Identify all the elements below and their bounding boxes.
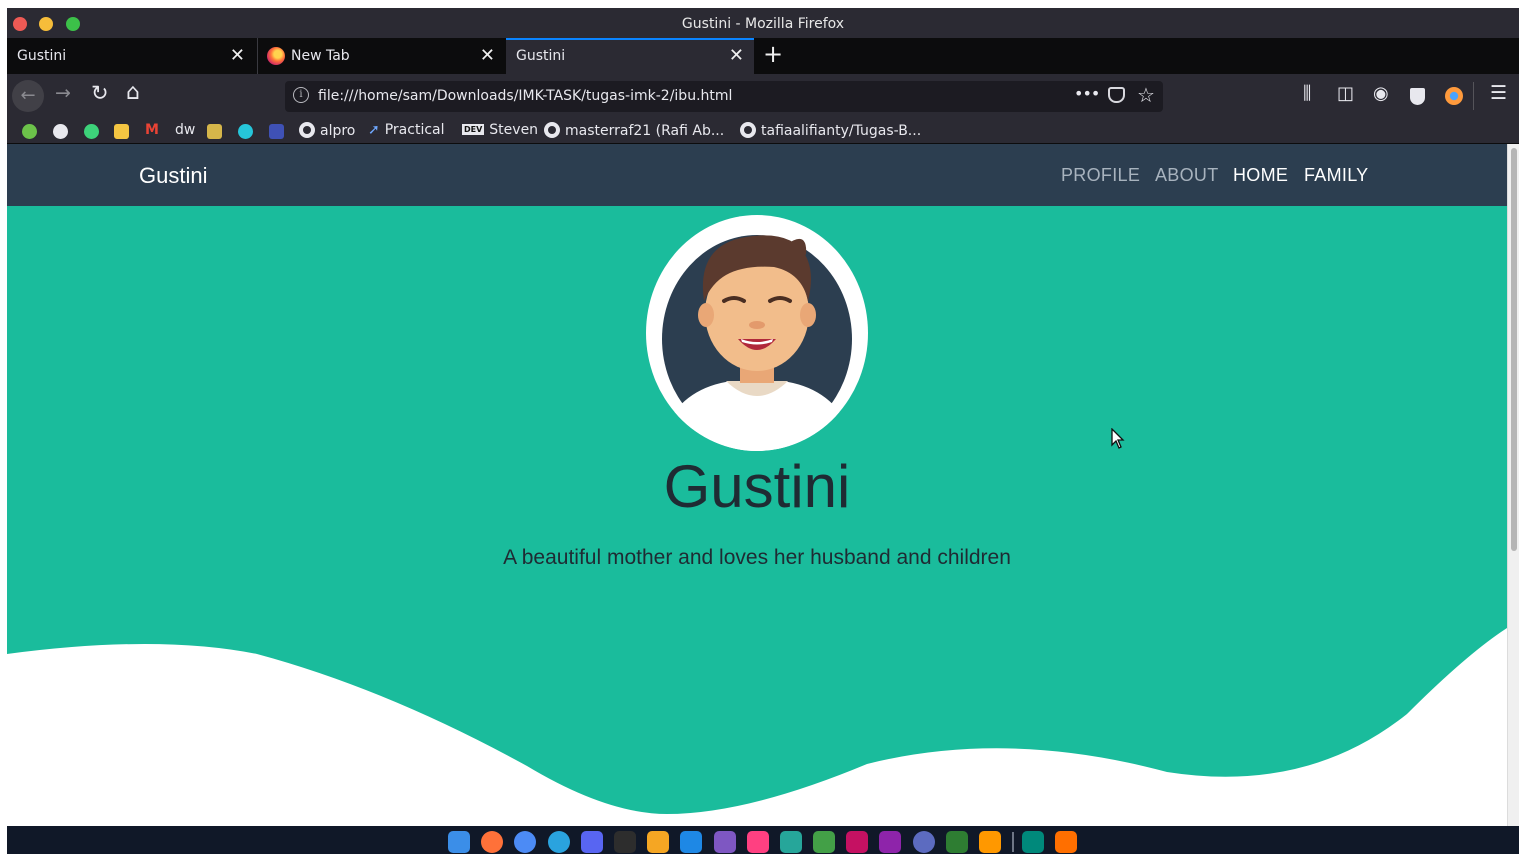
bookmark-question-icon[interactable] xyxy=(207,124,222,139)
forward-button[interactable]: → xyxy=(55,82,71,104)
tab-new-tab[interactable]: New Tab ✕ xyxy=(257,38,505,74)
bookmark-image-icon[interactable] xyxy=(114,124,129,139)
hero-subtitle: A beautiful mother and loves her husband… xyxy=(503,546,1011,569)
dock-separator xyxy=(1012,832,1014,852)
chrome-dock-icon[interactable] xyxy=(514,831,536,853)
navigation-toolbar: ← → ↻ ⌂ i file:///home/sam/Downloads/IMK… xyxy=(7,74,1519,119)
new-tab-button[interactable]: + xyxy=(763,40,783,68)
page-scrollbar[interactable] xyxy=(1507,144,1519,826)
phpstorm-dock-icon[interactable] xyxy=(846,831,868,853)
url-bar[interactable]: i file:///home/sam/Downloads/IMK-TASK/tu… xyxy=(285,81,1163,112)
bookmark-github-icon[interactable] xyxy=(53,124,68,139)
bookmark-practical[interactable]: ➚ Practical xyxy=(368,122,445,138)
bookmark-steven[interactable]: DEV Steven xyxy=(462,122,538,138)
finder-icon[interactable] xyxy=(448,831,470,853)
vscode-dock-icon[interactable] xyxy=(680,831,702,853)
github-icon xyxy=(544,122,560,138)
files-dock-icon[interactable] xyxy=(1022,831,1044,853)
bitwarden-extension-icon[interactable] xyxy=(1410,88,1425,105)
pocket-icon[interactable] xyxy=(1108,87,1125,103)
scrollbar-thumb[interactable] xyxy=(1511,148,1517,551)
nav-link-about[interactable]: ABOUT xyxy=(1155,165,1219,186)
bookmark-android-icon[interactable] xyxy=(84,124,99,139)
goland-dock-icon[interactable] xyxy=(714,831,736,853)
close-tab-icon[interactable]: ✕ xyxy=(230,45,245,66)
bookmark-infinity-icon[interactable] xyxy=(269,124,284,139)
dev-badge-icon: DEV xyxy=(462,124,485,135)
window-title: Gustini - Mozilla Firefox xyxy=(681,16,845,32)
bookmark-label: alpro xyxy=(320,123,356,139)
moon-app-dock-icon[interactable] xyxy=(913,831,935,853)
firefox-icon xyxy=(267,47,285,65)
telegram-dock-icon[interactable] xyxy=(548,831,570,853)
intellij-dock-icon[interactable] xyxy=(747,831,769,853)
firefox-dock-icon[interactable] xyxy=(481,831,503,853)
mouse-cursor-icon xyxy=(1111,428,1125,449)
toolbar-separator xyxy=(1473,82,1474,110)
nav-link-family[interactable]: FAMILY xyxy=(1304,165,1368,186)
dock xyxy=(7,826,1519,854)
github-icon xyxy=(299,122,315,138)
tab-strip: Gustini ✕ New Tab ✕ Gustini ✕ + xyxy=(7,38,1519,74)
bookmark-masterraf21[interactable]: masterraf21 (Rafi Ab... xyxy=(544,122,724,139)
sidebar-icon[interactable]: ◫ xyxy=(1337,83,1354,104)
tab-gustini-1[interactable]: Gustini ✕ xyxy=(7,38,255,74)
hero-name: Gustini xyxy=(663,453,851,520)
tab-label: New Tab xyxy=(291,48,350,64)
wave-divider xyxy=(7,628,1507,826)
nav-link-profile[interactable]: PROFILE xyxy=(1061,165,1140,186)
title-bar: Gustini - Mozilla Firefox xyxy=(7,8,1519,38)
site-brand[interactable]: Gustini xyxy=(139,163,207,189)
bookmark-label: Practical xyxy=(384,122,445,138)
trash-dock-icon[interactable] xyxy=(1055,831,1077,853)
intellij-ce-dock-icon[interactable] xyxy=(879,831,901,853)
github-icon xyxy=(740,122,756,138)
url-text[interactable]: file:///home/sam/Downloads/IMK-TASK/tuga… xyxy=(318,88,732,104)
mongodb-dock-icon[interactable] xyxy=(946,831,968,853)
bookmark-alpro[interactable]: alpro xyxy=(299,122,355,139)
bookmark-label: tafiaalifianty/Tugas-B... xyxy=(761,123,922,139)
terminal-dock-icon[interactable] xyxy=(614,831,636,853)
screen: Gustini - Mozilla Firefox Gustini ✕ New … xyxy=(0,0,1523,854)
info-icon[interactable]: i xyxy=(293,87,309,103)
extension-icon[interactable] xyxy=(1445,87,1463,105)
browser-window: Gustini - Mozilla Firefox Gustini ✕ New … xyxy=(7,8,1519,826)
tab-label: Gustini xyxy=(17,48,67,64)
site-navbar: Gustini PROFILE ABOUT HOME FAMILY xyxy=(7,144,1507,206)
nav-link-home[interactable]: HOME xyxy=(1233,165,1288,186)
menu-icon[interactable]: ☰ xyxy=(1490,82,1507,104)
bookmark-label: masterraf21 (Rafi Ab... xyxy=(565,123,725,139)
tab-label: Gustini xyxy=(516,48,566,64)
datagrip-dock-icon[interactable] xyxy=(813,831,835,853)
bookmark-dw[interactable]: dw xyxy=(175,122,195,138)
postman-dock-icon[interactable] xyxy=(979,831,1001,853)
bookmark-tafiaalifianty[interactable]: tafiaalifianty/Tugas-B... xyxy=(740,122,921,139)
close-tab-icon[interactable]: ✕ xyxy=(480,45,495,66)
close-tab-icon[interactable]: ✕ xyxy=(729,45,744,66)
bookmark-leaf-icon[interactable] xyxy=(22,124,37,139)
bookmarks-bar: M dw alpro ➚ Practical DEV Steven masterra… xyxy=(7,119,1519,144)
bookmark-label: Steven xyxy=(489,122,539,138)
bookmark-gmail-icon[interactable]: M xyxy=(145,122,159,138)
back-button[interactable]: ← xyxy=(12,80,44,112)
home-button[interactable]: ⌂ xyxy=(126,80,140,105)
profile-avatar xyxy=(646,215,868,451)
tab-gustini-active[interactable]: Gustini ✕ xyxy=(506,38,754,74)
bookmark-star-icon[interactable]: ☆ xyxy=(1137,83,1155,107)
page-actions-icon[interactable]: ••• xyxy=(1074,84,1100,103)
bookmark-hex-icon[interactable] xyxy=(238,124,253,139)
webstorm-dock-icon[interactable] xyxy=(780,831,802,853)
sublime-dock-icon[interactable] xyxy=(647,831,669,853)
account-icon[interactable]: ◉ xyxy=(1373,83,1389,104)
reload-button[interactable]: ↻ xyxy=(91,81,109,105)
page-content: Gustini PROFILE ABOUT HOME FAMILY Gustin… xyxy=(7,144,1507,826)
library-icon[interactable]: ⫼ xyxy=(1303,83,1311,104)
discord-dock-icon[interactable] xyxy=(581,831,603,853)
avatar-illustration xyxy=(662,235,852,451)
rocket-icon: ➚ xyxy=(368,122,380,138)
